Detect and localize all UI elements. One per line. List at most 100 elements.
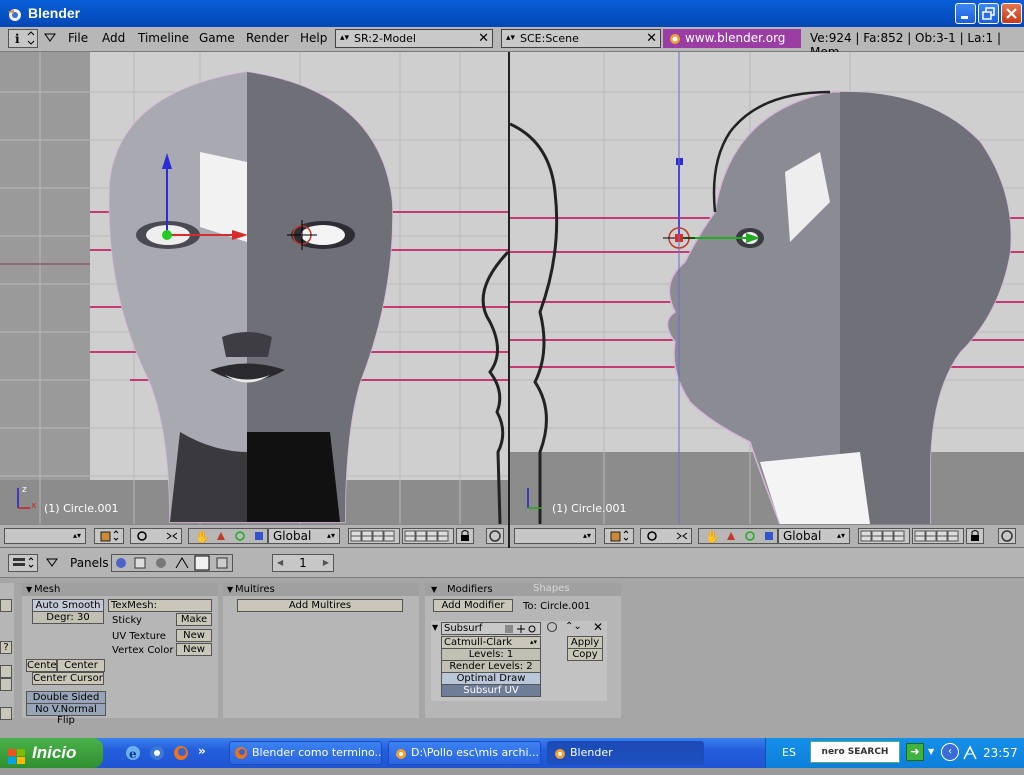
move-up-down-icon[interactable]: ⌃⌄ [565, 621, 582, 632]
delete-scene-icon[interactable]: ✕ [646, 30, 657, 47]
frame-number-field[interactable]: ◀ 1 ▶ [272, 554, 334, 572]
delete-modifier-icon[interactable]: ✕ [593, 620, 603, 634]
left-orientation-selector[interactable]: Global ▴▾ [268, 528, 340, 544]
degr-field[interactable]: Degr: 30 [32, 611, 104, 624]
left-lock-icon[interactable] [456, 528, 474, 544]
add-multires-button[interactable]: Add Multires [237, 599, 403, 612]
collapse-header-icon[interactable] [46, 558, 58, 571]
svg-text:e: e [129, 747, 137, 761]
multires-panel-title[interactable]: ▼ Multires [223, 583, 419, 596]
subsurf-uv-toggle[interactable]: Subsurf UV [441, 684, 541, 697]
screen-selector[interactable]: ▴▾ SR:2-Model ✕ [335, 29, 493, 48]
blender-url-button[interactable]: www.blender.org 246 [663, 29, 801, 64]
left-view-menu-selector[interactable]: ▴▾ [4, 528, 86, 544]
sticky-make-button[interactable]: Make [176, 613, 212, 626]
expand-arrow-icon[interactable]: ▼ [432, 623, 438, 632]
language-indicator[interactable]: ES [782, 746, 796, 759]
modifier-name-field[interactable]: Subsurf [441, 622, 541, 635]
start-button[interactable]: Inicio [0, 738, 103, 768]
no-vnormal-flip-toggle[interactable]: No V.Normal Flip [26, 703, 106, 726]
scene-selector[interactable]: ▴▾ SCE:Scene ✕ [501, 29, 661, 48]
shapes-tab[interactable]: Shapes [533, 583, 570, 594]
blender-task-icon [393, 746, 407, 764]
frame-number[interactable]: 1 [299, 556, 307, 570]
left-render-preview-icon[interactable] [486, 528, 504, 544]
screen-arrows-icon[interactable]: ▴▾ [340, 30, 349, 47]
right-manipulator-buttons[interactable]: ✋ [698, 528, 778, 544]
nero-search-box[interactable]: nero SEARCH [810, 741, 900, 763]
left-layer-buttons-1[interactable] [348, 528, 400, 544]
menu-help[interactable]: Help [300, 31, 327, 45]
center-new-button[interactable]: Center Ne [57, 659, 105, 682]
menu-game[interactable]: Game [199, 31, 235, 45]
center-button[interactable]: Cente [26, 659, 57, 672]
panels-label: Panels [70, 556, 109, 570]
window-title: Blender [28, 5, 81, 21]
context-buttons[interactable] [111, 554, 233, 572]
collapse-arrow-icon[interactable]: ▼ [431, 583, 437, 596]
clipped-button-3[interactable] [0, 665, 12, 678]
quicklaunch-more-icon[interactable]: » [198, 744, 206, 758]
task-explorer[interactable]: D:\Pollo esc\mis archi... [388, 741, 541, 765]
clipped-button-1[interactable] [0, 599, 12, 612]
screen-name[interactable]: SR:2-Model [354, 32, 416, 45]
restore-button[interactable] [978, 3, 999, 24]
menu-render[interactable]: Render [246, 31, 289, 45]
tray-expand-icon[interactable]: ‹ [941, 743, 959, 761]
left-manipulator-buttons[interactable]: ✋ [188, 528, 268, 544]
right-mode-selector[interactable] [604, 528, 634, 544]
window-title-bar[interactable]: Blender [0, 0, 1024, 27]
texmesh-field[interactable]: TexMesh: [108, 599, 212, 612]
scene-arrows-icon[interactable]: ▴▾ [506, 30, 515, 47]
front-viewport[interactable]: z x (1) Circle.001 [0, 52, 508, 524]
browser-quicklaunch-icon[interactable] [148, 744, 166, 765]
right-lock-icon[interactable] [966, 528, 984, 544]
ie-quicklaunch-icon[interactable]: e [124, 744, 142, 765]
start-label[interactable]: Inicio [32, 738, 76, 768]
dropdown-arrow-icon[interactable]: ▼ [928, 747, 934, 756]
right-view-menu-selector[interactable]: ▴▾ [514, 528, 596, 544]
collapse-menu-icon[interactable] [44, 33, 56, 46]
firefox-quicklaunch-icon[interactable] [172, 744, 190, 765]
side-viewport[interactable]: (1) Circle.001 [510, 52, 1024, 524]
task-blender[interactable]: Blender [547, 741, 704, 765]
buttons-window-header: Panels ◀ 1 ▶ [0, 548, 1024, 578]
mesh-panel-title[interactable]: ▼ Mesh [22, 583, 218, 596]
delete-screen-icon[interactable]: ✕ [478, 30, 489, 47]
left-orientation-value[interactable]: Global [273, 529, 311, 543]
uv-texture-new-button[interactable]: New [176, 629, 212, 642]
close-window-button[interactable] [1001, 3, 1022, 24]
scene-name[interactable]: SCE:Scene [520, 32, 579, 45]
network-tray-icon[interactable] [962, 745, 978, 764]
clipped-button-2[interactable]: ? [0, 641, 12, 654]
right-orientation-selector[interactable]: Global ▴▾ [778, 528, 850, 544]
right-orientation-value[interactable]: Global [783, 529, 821, 543]
go-arrow-icon[interactable]: ➜ [906, 743, 924, 761]
firefox-task-icon [234, 746, 248, 764]
right-layer-buttons-1[interactable] [858, 528, 910, 544]
left-pivot-selector[interactable] [130, 528, 182, 544]
right-layer-buttons-2[interactable] [912, 528, 964, 544]
menu-timeline[interactable]: Timeline [138, 31, 189, 45]
right-pivot-selector[interactable] [640, 528, 692, 544]
left-mode-selector[interactable] [94, 528, 124, 544]
buttons-window-type-menu[interactable] [8, 554, 38, 572]
collapse-arrow-icon[interactable]: ▼ [26, 583, 32, 596]
add-modifier-button[interactable]: Add Modifier [433, 599, 513, 612]
viewport-divider[interactable] [508, 52, 510, 548]
copy-modifier-button[interactable]: Copy [567, 648, 603, 661]
right-render-preview-icon[interactable] [998, 528, 1016, 544]
vertex-color-new-button[interactable]: New [176, 643, 212, 656]
left-layer-buttons-2[interactable] [402, 528, 454, 544]
task-firefox[interactable]: Blender como termino... [229, 741, 382, 765]
clipped-button-5[interactable] [0, 707, 12, 720]
window-type-menu[interactable]: i [8, 29, 38, 48]
menu-file[interactable]: File [68, 31, 88, 45]
modifiers-tab[interactable]: ▼ Modifiers [425, 583, 621, 596]
minimize-button[interactable] [955, 3, 976, 24]
center-cursor-button[interactable]: Center Cursor [32, 672, 104, 685]
cage-toggle-icon[interactable] [547, 622, 557, 632]
menu-add[interactable]: Add [102, 31, 125, 45]
clipped-button-4[interactable] [0, 678, 12, 691]
collapse-arrow-icon[interactable]: ▼ [227, 583, 233, 596]
